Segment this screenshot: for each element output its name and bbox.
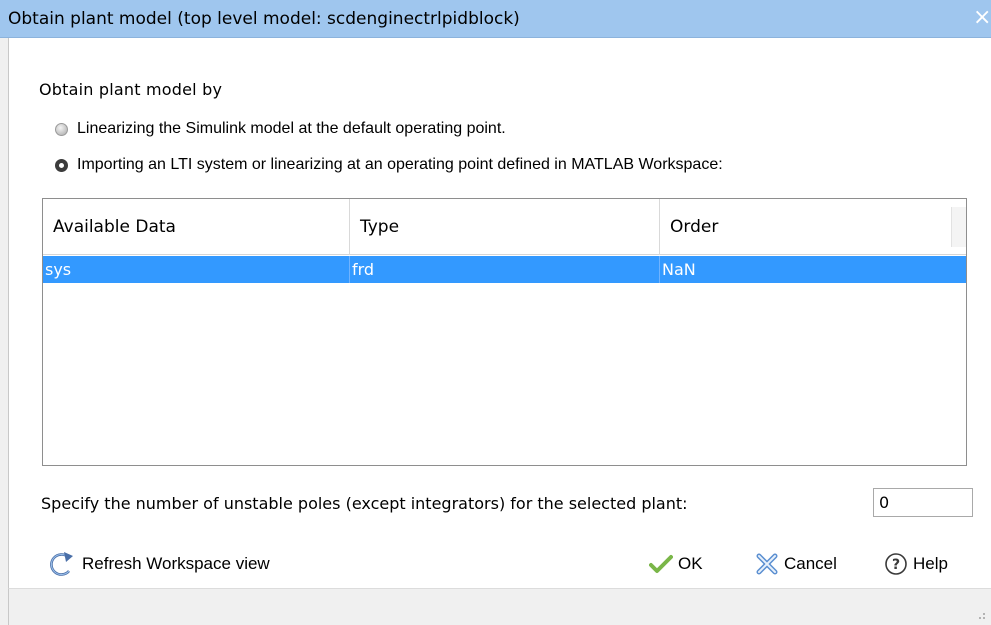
radio-unselected-icon[interactable] (55, 122, 68, 136)
cancel-label: Cancel (784, 554, 837, 573)
window-title: Obtain plant model (top level model: scd… (8, 9, 520, 29)
dialog-body: Obtain plant model by Linearizing the Si… (8, 38, 991, 588)
help-button[interactable]: ? Help (884, 548, 948, 580)
column-header-type[interactable]: Type (350, 199, 660, 255)
option-linearize-label: Linearizing the Simulink model at the de… (77, 120, 506, 137)
help-label: Help (913, 554, 948, 573)
ok-button[interactable]: OK (649, 548, 703, 580)
radio-selected-icon[interactable] (55, 158, 68, 172)
refresh-arrow-icon (47, 550, 77, 578)
status-bar (8, 588, 991, 625)
option-import-workspace[interactable]: Importing an LTI system or linearizing a… (55, 156, 723, 174)
available-data-table[interactable]: Available Data Type Order sys frd NaN (42, 198, 967, 466)
cell-order: NaN (662, 260, 696, 279)
table-row[interactable]: sys frd NaN (43, 256, 966, 283)
blue-x-icon (755, 552, 779, 576)
ok-label: OK (678, 554, 703, 573)
column-header-available-data[interactable]: Available Data (43, 199, 350, 255)
cell-type: frd (350, 256, 660, 283)
table-header: Available Data Type Order (43, 199, 966, 255)
option-import-label: Importing an LTI system or linearizing a… (77, 156, 723, 173)
refresh-workspace-button[interactable]: Refresh Workspace view (47, 548, 270, 580)
svg-text:?: ? (892, 557, 900, 573)
option-linearize-default[interactable]: Linearizing the Simulink model at the de… (55, 120, 506, 138)
title-bar: Obtain plant model (top level model: scd… (0, 0, 991, 38)
column-header-order[interactable]: Order (660, 199, 966, 255)
obtain-by-label: Obtain plant model by (39, 80, 223, 99)
green-check-icon (649, 554, 673, 574)
refresh-label: Refresh Workspace view (82, 554, 270, 573)
unstable-poles-input[interactable] (873, 488, 973, 517)
resize-grip-icon[interactable] (976, 610, 986, 620)
cell-available-data: sys (43, 256, 350, 283)
cancel-button[interactable]: Cancel (755, 548, 837, 580)
question-circle-icon: ? (884, 552, 908, 576)
close-button[interactable]: × (973, 4, 991, 32)
unstable-poles-label: Specify the number of unstable poles (ex… (41, 494, 688, 513)
